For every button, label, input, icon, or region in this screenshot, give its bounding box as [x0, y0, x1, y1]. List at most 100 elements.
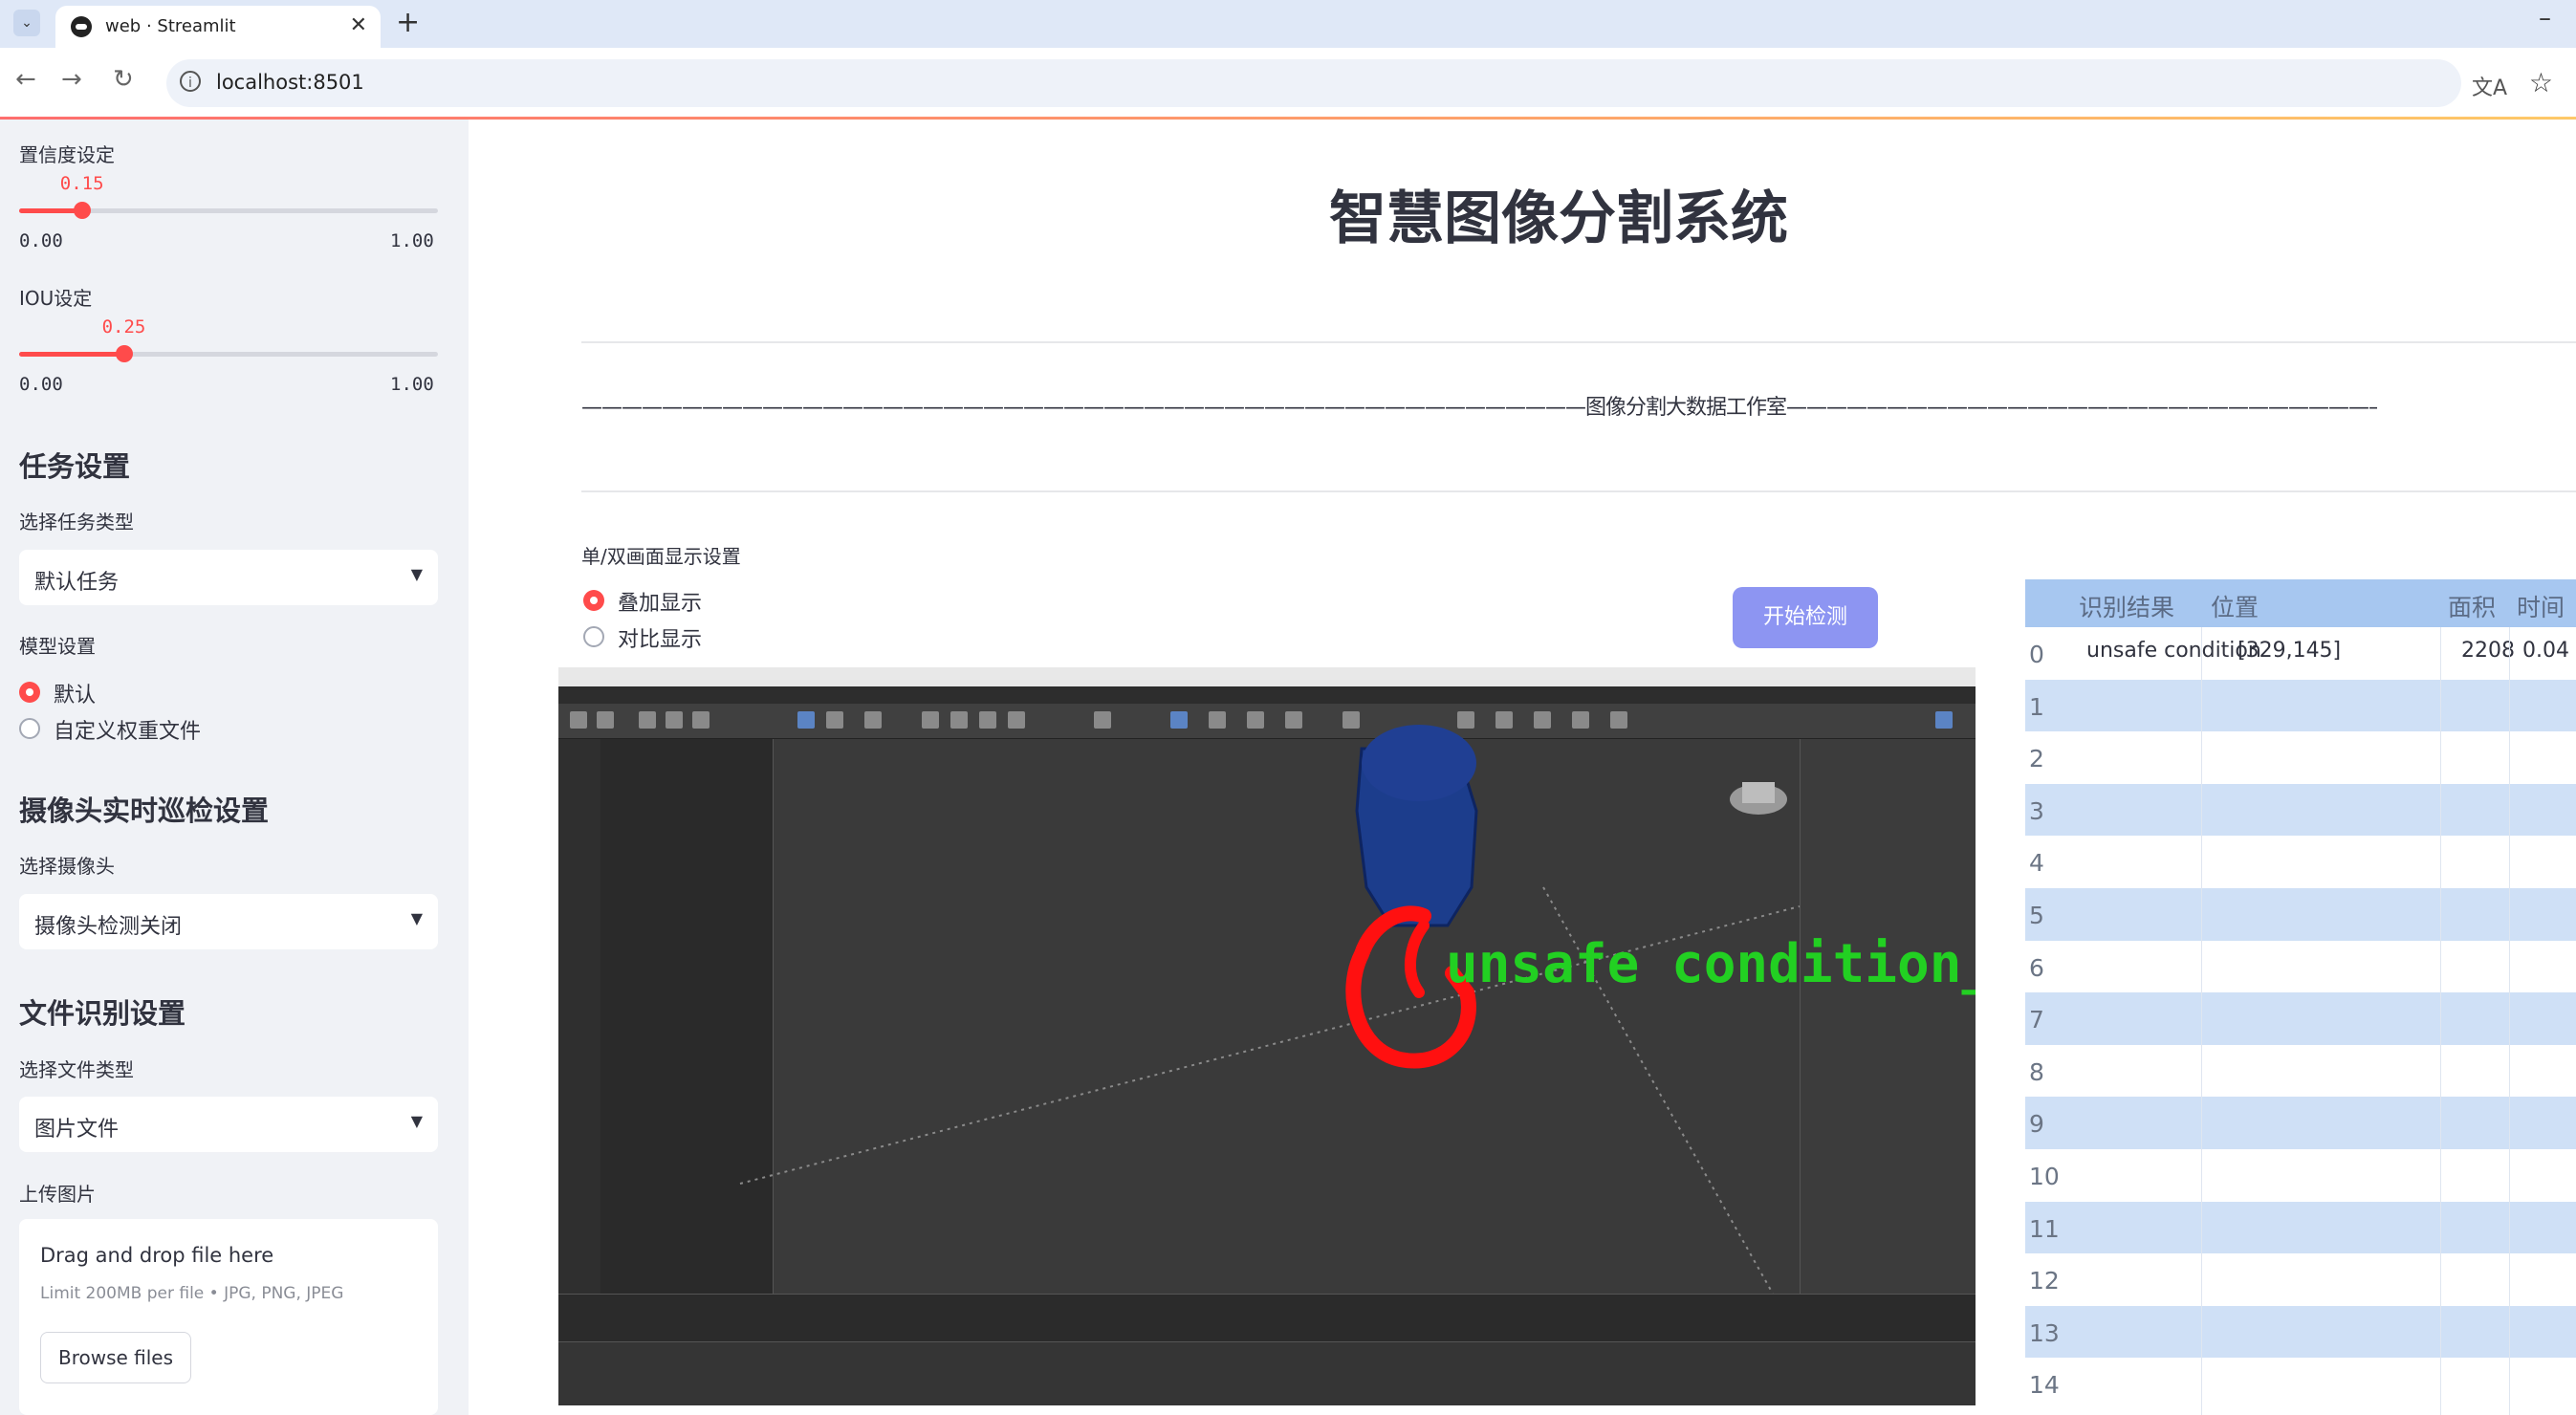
table-row[interactable]: 13	[2025, 1305, 2576, 1359]
task-type-select[interactable]: 默认任务 ▼	[19, 550, 438, 605]
url-field[interactable]: i localhost:8501	[166, 59, 2461, 107]
task-settings-heading: 任务设置	[19, 450, 131, 483]
row-index: 13	[2029, 1318, 2060, 1347]
page-title: 智慧图像分割系统	[1329, 185, 1788, 252]
column-divider	[2440, 627, 2441, 1415]
back-arrow-icon[interactable]: ←	[15, 65, 36, 94]
iou-value: 0.25	[101, 316, 146, 337]
site-info-icon[interactable]: i	[180, 71, 201, 92]
cell-result: unsafe condition	[2086, 639, 2261, 663]
file-settings-heading: 文件识别设置	[19, 997, 186, 1030]
column-divider	[2509, 627, 2510, 1415]
column-header-result[interactable]: 识别结果	[2079, 589, 2174, 623]
iou-slider-fill	[19, 352, 124, 357]
table-row[interactable]: 4	[2025, 836, 2576, 888]
table-row[interactable]: 10	[2025, 1149, 2576, 1202]
compare-mode-radio[interactable]	[583, 626, 604, 647]
file-type-label: 选择文件类型	[19, 1058, 134, 1081]
table-row[interactable]: 6	[2025, 940, 2576, 993]
table-row[interactable]: 9	[2025, 1097, 2576, 1149]
camera-settings-heading: 摄像头实时巡检设置	[19, 795, 270, 827]
file-type-select[interactable]: 图片文件 ▼	[19, 1097, 438, 1152]
confidence-slider-fill	[19, 208, 82, 213]
table-row[interactable]: 0 unsafe condition [329,145] 2208 0.04	[2025, 627, 2576, 680]
tab-close-icon[interactable]: ✕	[350, 13, 367, 37]
table-row[interactable]: 14	[2025, 1358, 2576, 1410]
browser-tab[interactable]: web · Streamlit ✕	[55, 6, 381, 48]
start-detection-button[interactable]: 开始检测	[1733, 587, 1878, 648]
column-header-time[interactable]: 时间	[2517, 589, 2565, 623]
confidence-max: 1.00	[390, 230, 434, 251]
cad-statusbar	[558, 1341, 1976, 1405]
cell-position: [329,145]	[2238, 639, 2342, 663]
table-row[interactable]: 3	[2025, 783, 2576, 837]
cell-area: 2208	[2461, 639, 2515, 663]
confidence-value: 0.15	[59, 173, 104, 194]
row-index: 1	[2029, 692, 2044, 721]
row-index: 0	[2029, 641, 2044, 668]
compare-mode-label[interactable]: 对比显示	[618, 622, 702, 653]
iou-slider[interactable]	[19, 345, 438, 362]
column-divider	[2201, 627, 2202, 1415]
iou-max: 1.00	[390, 374, 434, 395]
new-tab-button[interactable]: +	[396, 6, 420, 39]
banner-text: 图像分割大数据工作室	[1585, 396, 1787, 420]
minimize-window-button[interactable]: –	[2539, 4, 2551, 33]
upload-label: 上传图片	[19, 1183, 96, 1206]
banner-line: ————————————————————————————————————————…	[581, 390, 2377, 421]
banner-dashes-right: ————————————————————————————————————————…	[1786, 396, 2377, 420]
file-dropzone[interactable]: Drag and drop file here Limit 200MB per …	[19, 1219, 438, 1415]
column-header-area[interactable]: 面积	[2448, 589, 2496, 623]
table-row[interactable]: 8	[2025, 1044, 2576, 1098]
model-settings-label: 模型设置	[19, 635, 96, 658]
row-index: 5	[2029, 902, 2044, 929]
banner-dashes-left: ————————————————————————————————————————…	[581, 396, 1586, 420]
row-index: 2	[2029, 745, 2044, 773]
translate-icon[interactable]: 文A	[2472, 71, 2507, 101]
chevron-down-icon: ▼	[410, 1112, 423, 1130]
row-index: 3	[2029, 796, 2044, 825]
tab-list-chevron-icon[interactable]: ⌄	[13, 10, 40, 36]
dropzone-title: Drag and drop file here	[40, 1244, 274, 1267]
table-row[interactable]: 7	[2025, 992, 2576, 1045]
table-header: 识别结果 位置 面积 时间	[2025, 579, 2576, 627]
forward-arrow-icon[interactable]: →	[61, 65, 82, 94]
confidence-slider-thumb[interactable]	[73, 202, 91, 219]
dropzone-limit: Limit 200MB per file • JPG, PNG, JPEG	[40, 1284, 344, 1303]
model-custom-label[interactable]: 自定义权重文件	[54, 714, 201, 745]
divider	[581, 490, 2576, 492]
row-index: 8	[2029, 1057, 2044, 1086]
iou-label: IOU设定	[19, 287, 93, 310]
detection-result-image: unsafe condition_	[558, 667, 1976, 1405]
confidence-slider[interactable]	[19, 202, 438, 219]
row-index: 10	[2029, 1163, 2060, 1190]
row-index: 7	[2029, 1006, 2044, 1034]
reload-icon[interactable]: ↻	[113, 65, 134, 94]
browser-tab-bar: ⌄ web · Streamlit ✕ + –	[0, 0, 2576, 48]
table-row[interactable]: 2	[2025, 731, 2576, 784]
table-row[interactable]: 5	[2025, 888, 2576, 941]
row-index: 12	[2029, 1267, 2060, 1295]
row-index: 9	[2029, 1110, 2044, 1139]
task-type-label: 选择任务类型	[19, 511, 134, 533]
results-table[interactable]: 识别结果 位置 面积 时间 0 unsafe condition [329,145]…	[2025, 579, 2576, 1415]
row-index: 6	[2029, 953, 2044, 982]
table-row[interactable]: 11	[2025, 1201, 2576, 1254]
column-header-position[interactable]: 位置	[2211, 589, 2259, 623]
overlay-mode-radio[interactable]	[583, 590, 604, 611]
model-custom-radio[interactable]	[19, 718, 40, 739]
overlay-mode-label[interactable]: 叠加显示	[618, 586, 702, 617]
table-row[interactable]: 1	[2025, 679, 2576, 732]
row-index: 11	[2029, 1214, 2060, 1243]
cell-time: 0.04	[2522, 639, 2569, 663]
model-default-label[interactable]: 默认	[54, 678, 96, 708]
camera-select[interactable]: 摄像头检测关闭 ▼	[19, 894, 438, 949]
browse-files-button[interactable]: Browse files	[40, 1332, 191, 1383]
file-type-value: 图片文件	[34, 1118, 120, 1142]
model-default-radio[interactable]	[19, 682, 40, 703]
cad-timeline	[558, 1294, 1976, 1342]
display-mode-label: 单/双画面显示设置	[581, 545, 741, 568]
bookmark-star-icon[interactable]: ☆	[2529, 67, 2553, 98]
iou-slider-thumb[interactable]	[115, 345, 133, 362]
table-row[interactable]: 12	[2025, 1253, 2576, 1306]
